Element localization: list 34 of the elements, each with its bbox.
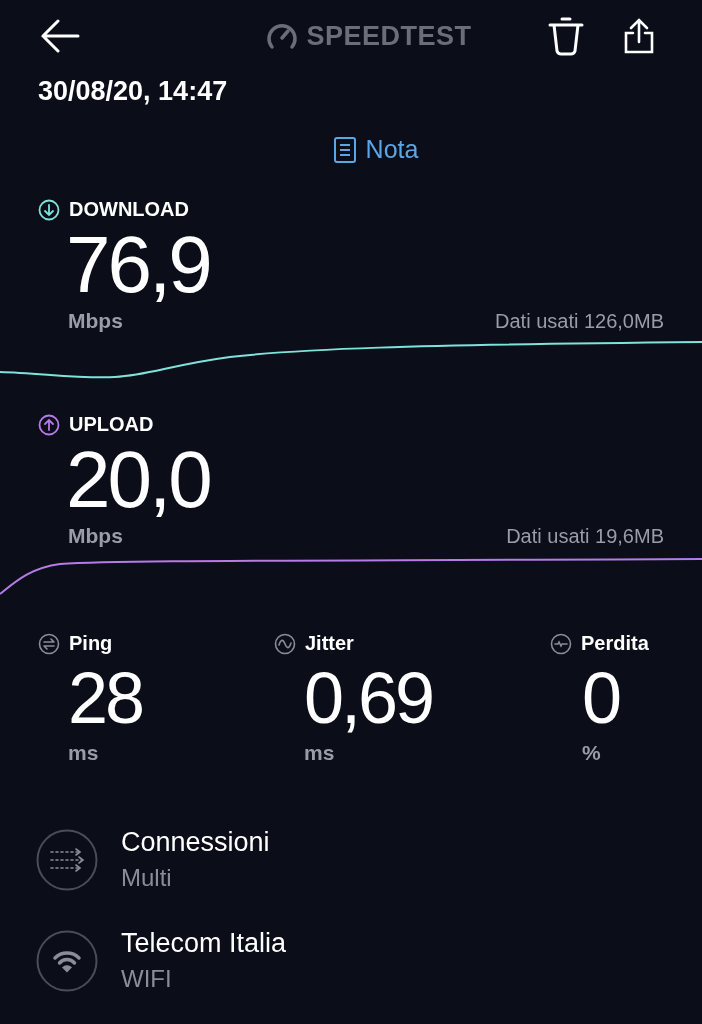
- gauge-icon: [266, 22, 299, 50]
- delete-button[interactable]: [548, 16, 584, 56]
- metric-value: 0,69: [303, 657, 434, 740]
- metric-label: Ping: [69, 632, 113, 655]
- logo-text: SPEEDTEST: [306, 20, 472, 52]
- note-icon: [333, 136, 356, 163]
- note-button[interactable]: Nota: [333, 135, 419, 164]
- test-label: DOWNLOAD: [69, 198, 189, 221]
- dotted-arrows-icon: [36, 828, 98, 891]
- arrows-icon: [38, 632, 60, 655]
- pulse-icon: [550, 632, 572, 655]
- speed-value: 20,0: [65, 436, 211, 524]
- data-used: Dati usati 126,0MB: [495, 310, 664, 333]
- connection-subtitle: WIFI: [121, 965, 173, 993]
- test-label: UPLOAD: [69, 413, 154, 436]
- unit-label: ms: [303, 741, 336, 765]
- unit-label: Mbps: [68, 524, 123, 548]
- metric-value: 0: [581, 657, 621, 740]
- back-button[interactable]: [40, 19, 80, 53]
- data-used: Dati usati 19,6MB: [506, 525, 664, 548]
- connection-title: Connessioni: [121, 827, 270, 858]
- metric-label: Perdita: [581, 632, 649, 655]
- test-date: 30/08/20, 14:47: [37, 75, 229, 107]
- speed-value: 76,9: [65, 221, 211, 309]
- unit-label: ms: [67, 741, 100, 765]
- wifi-icon: [36, 929, 98, 992]
- metric-label: Jitter: [305, 632, 354, 655]
- connection-title: Telecom Italia: [121, 928, 287, 959]
- connection-subtitle: Multi: [121, 864, 173, 892]
- unit-label: %: [581, 741, 602, 765]
- share-button[interactable]: [624, 18, 654, 54]
- wave-icon: [274, 632, 296, 655]
- metric-value: 28: [67, 657, 144, 740]
- unit-label: Mbps: [68, 309, 123, 333]
